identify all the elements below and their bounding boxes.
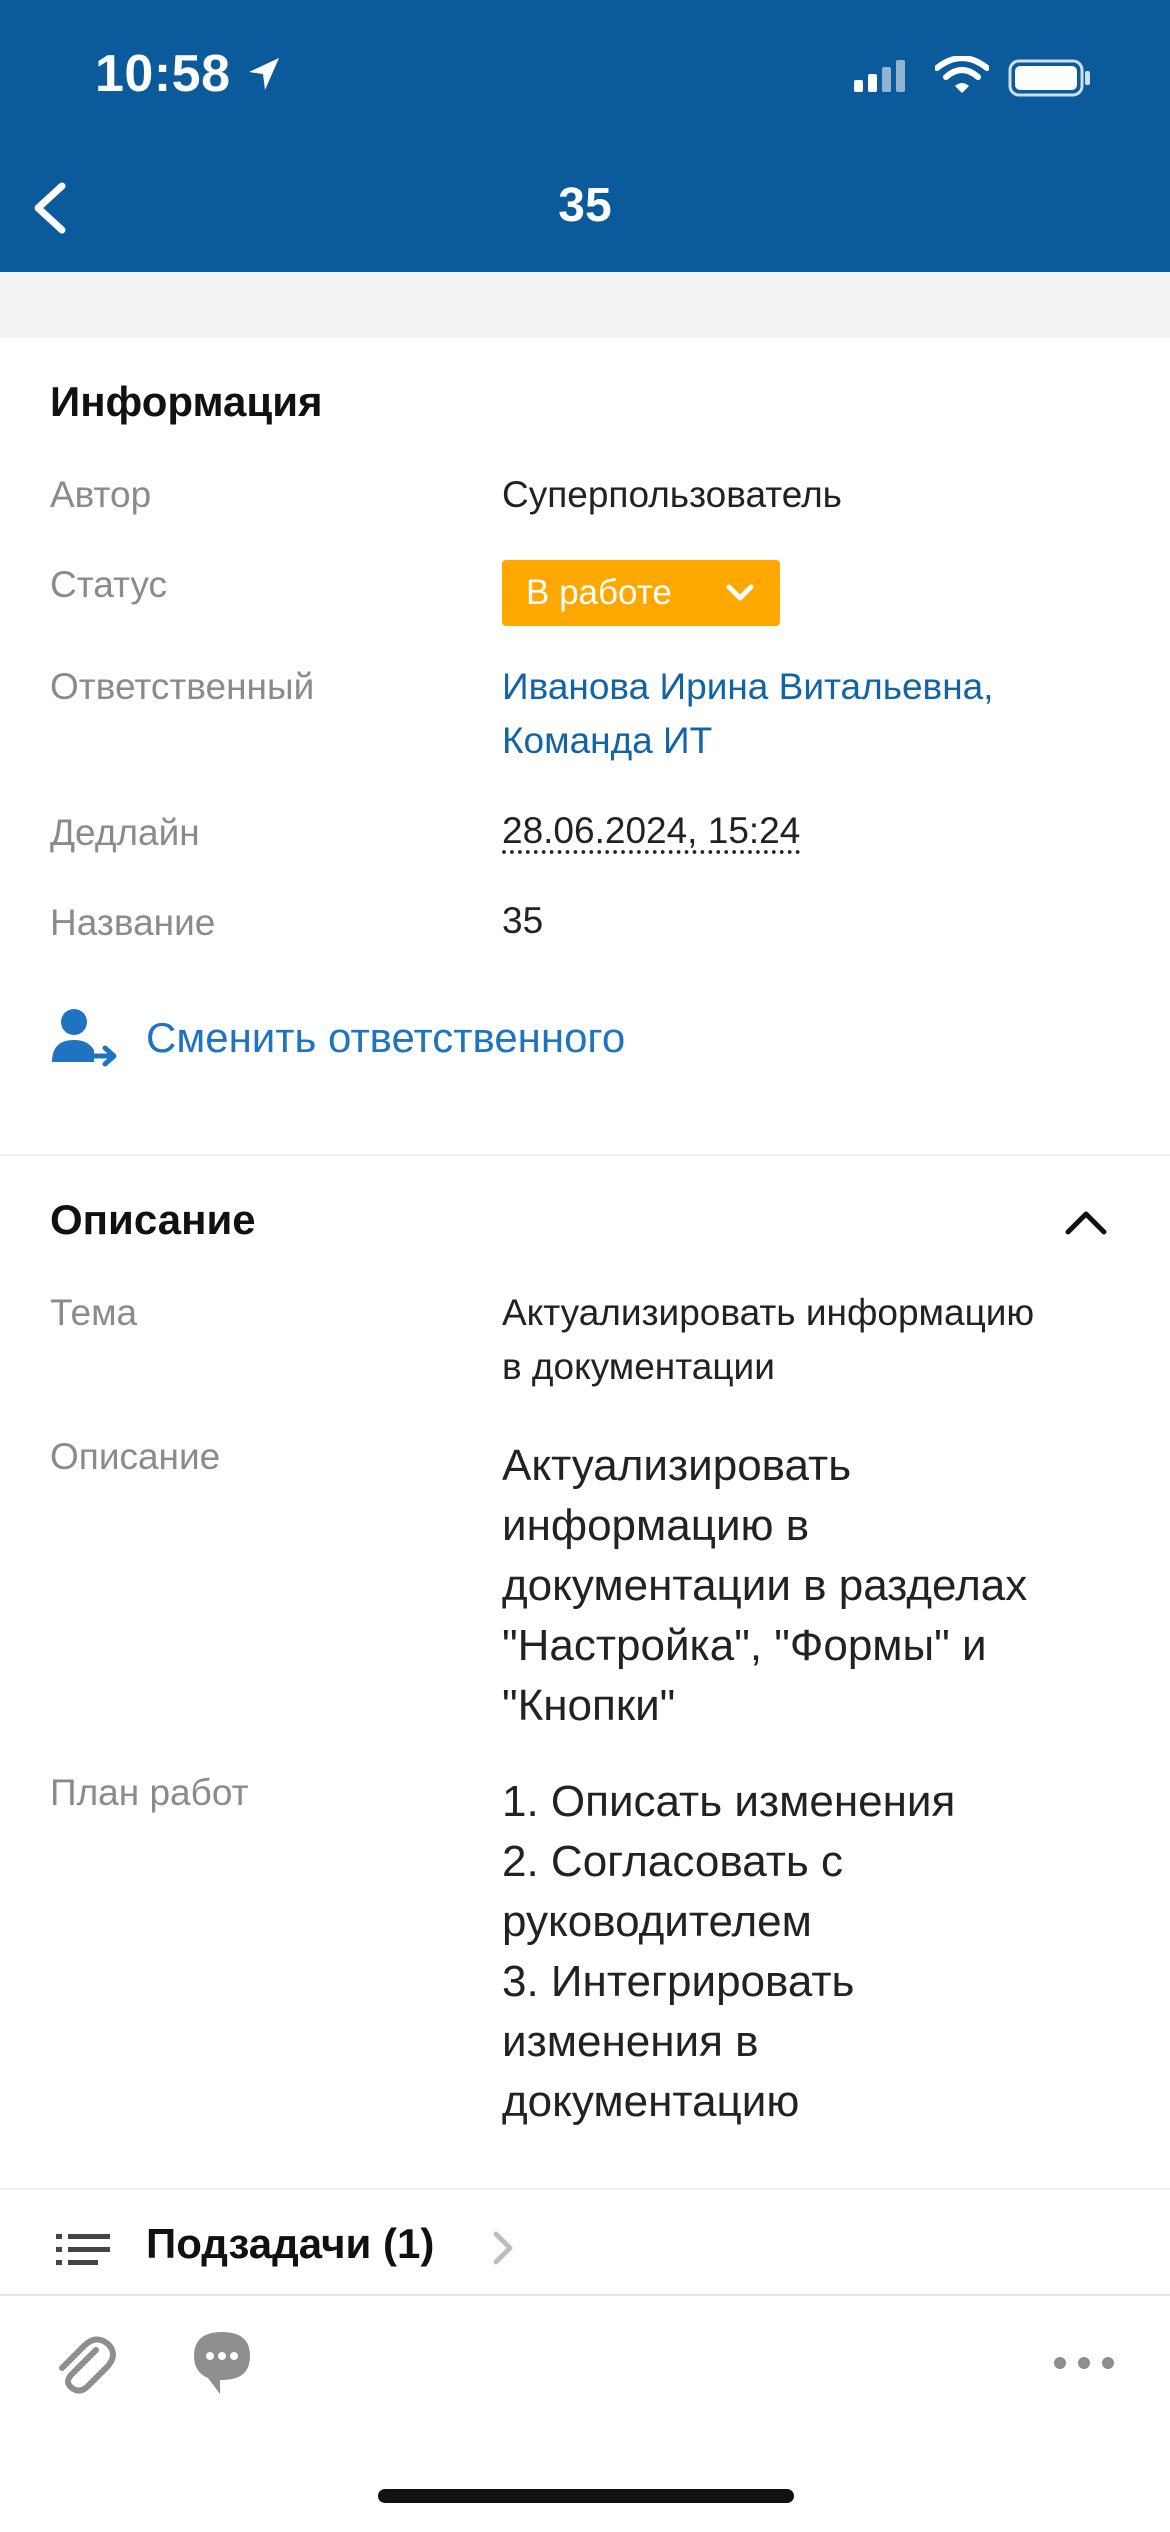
description-label: Описание — [50, 1436, 221, 1477]
responsible-line-1: Иванова Ирина Витальевна, — [502, 666, 994, 707]
chevron-right-icon — [493, 2231, 513, 2265]
change-responsible-button[interactable]: Сменить ответственного — [50, 1006, 625, 1076]
more-icon[interactable] — [1052, 2350, 1116, 2376]
page-title: 35 — [558, 179, 612, 232]
status-bar: 10:58 — [0, 0, 1170, 150]
list-icon — [56, 2234, 110, 2265]
change-responsible-label: Сменить ответственного — [146, 1014, 626, 1061]
responsible-label: Ответственный — [50, 666, 315, 707]
wifi-icon — [935, 56, 989, 93]
section-divider — [0, 2188, 1170, 2190]
description-section-title: Описание — [50, 1196, 256, 1243]
comment-icon[interactable] — [190, 2328, 254, 2398]
plan-line: изменения в — [502, 2017, 759, 2066]
plan-line: 1. Описать изменения — [502, 1777, 956, 1826]
status-dropdown[interactable]: В работе — [502, 560, 780, 626]
responsible-line-2: Команда ИТ — [502, 720, 713, 761]
plan-line: 2. Согласовать с — [502, 1837, 844, 1886]
author-label: Автор — [50, 474, 152, 515]
info-section-title: Информация — [50, 378, 323, 425]
topic-line-2: в документации — [502, 1346, 775, 1387]
name-value: 35 — [502, 900, 544, 941]
description-line: информацию в — [502, 1501, 810, 1550]
plan-value: 1. Описать изменения 2. Согласовать с ру… — [502, 1772, 955, 2132]
deadline-value[interactable]: 28.06.2024, 15:24 — [502, 804, 800, 858]
status-time: 10:58 — [95, 45, 231, 103]
battery-icon — [1008, 59, 1090, 97]
chevron-up-icon[interactable] — [1060, 1200, 1112, 1244]
description-line: Актуализировать — [502, 1441, 852, 1490]
status-label: Статус — [50, 564, 167, 605]
cellular-signal-icon — [854, 60, 905, 92]
topic-label: Тема — [50, 1292, 138, 1333]
paperclip-icon[interactable] — [50, 2330, 120, 2400]
name-label: Название — [50, 902, 216, 943]
user-transfer-icon — [52, 1009, 117, 1067]
author-value: Суперпользователь — [502, 474, 842, 515]
subtasks-label: Подзадачи (1) — [146, 2220, 435, 2267]
plan-line: руководителем — [502, 1897, 812, 1946]
home-indicator — [378, 2489, 794, 2503]
toolbar-divider — [0, 2294, 1170, 2296]
status-value: В работе — [526, 573, 672, 612]
topic-value: Актуализировать информацию в документаци… — [502, 1286, 1034, 1394]
plan-line: документацию — [502, 2077, 800, 2126]
section-divider — [0, 1154, 1170, 1156]
description-line: документации в разделах — [502, 1561, 1028, 1610]
spacer — [0, 272, 1170, 338]
chevron-down-icon — [726, 584, 754, 601]
location-arrow-icon — [249, 58, 279, 90]
description-value: Актуализировать информацию в документаци… — [502, 1436, 1027, 1736]
description-line: "Настройка", "Формы" и — [502, 1621, 987, 1670]
subtasks-row[interactable]: Подзадачи (1) — [0, 2196, 1170, 2294]
deadline-label: Дедлайн — [50, 812, 200, 853]
responsible-link[interactable]: Иванова Ирина Витальевна, Команда ИТ — [502, 660, 994, 768]
plan-label: План работ — [50, 1772, 249, 1813]
plan-line: 3. Интегрировать — [502, 1957, 855, 2006]
description-line: "Кнопки" — [502, 1681, 676, 1730]
topic-line-1: Актуализировать информацию — [502, 1292, 1035, 1333]
